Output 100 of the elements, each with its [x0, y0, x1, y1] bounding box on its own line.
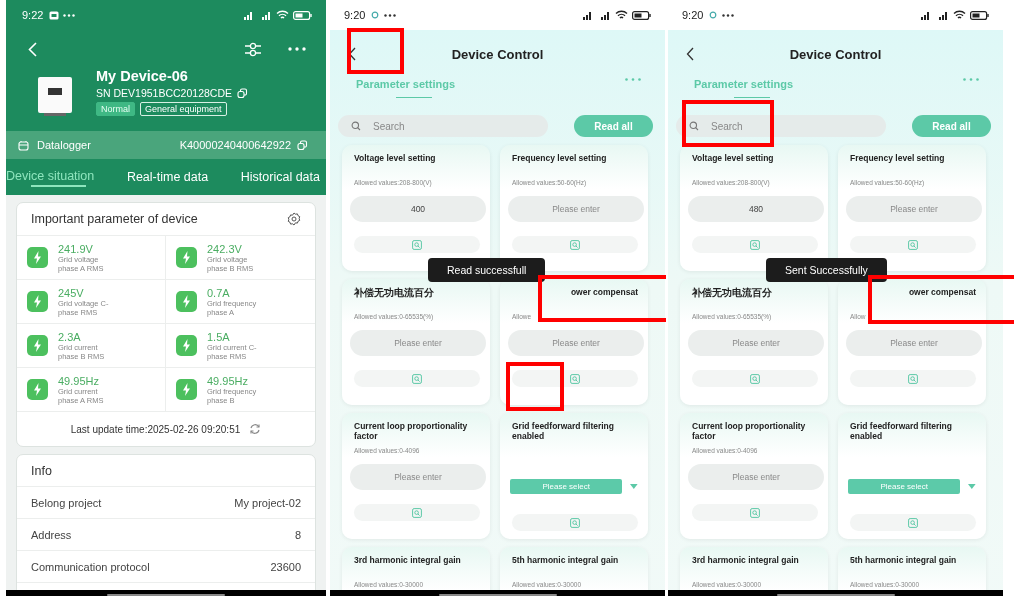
value-input[interactable]: 400 — [350, 196, 486, 222]
metric-value: 241.9V — [58, 242, 94, 255]
parameter-title: Frequency level setting — [850, 153, 946, 165]
metric-value: 49.95Hz — [58, 374, 100, 387]
parameter-title: Current loop proportionality factor — [692, 421, 807, 443]
metric-value: 2.3A — [58, 330, 82, 343]
scan-icon — [750, 507, 760, 518]
lightning-icon — [176, 379, 197, 400]
card-title: Important parameter of device — [31, 212, 198, 226]
highlight-frame — [506, 362, 564, 411]
value-input[interactable]: Please enter — [846, 330, 982, 356]
lightning-icon — [27, 379, 48, 400]
parameter-title: Current loop proportionality factor — [354, 421, 469, 443]
gallery-icon — [49, 10, 60, 20]
metric-value: 1.5A — [207, 330, 231, 343]
lightning-icon — [27, 291, 48, 312]
read-button[interactable] — [512, 370, 638, 387]
read-all-button[interactable]: Read all — [574, 115, 653, 137]
search-field[interactable]: Search — [676, 115, 886, 137]
card-title: Info — [31, 463, 52, 478]
copy-icon[interactable] — [237, 87, 248, 99]
page-title: Device Control — [789, 46, 882, 62]
battery-icon — [293, 10, 312, 20]
value-input[interactable]: Please enter — [688, 464, 824, 490]
more-icon — [63, 13, 76, 17]
more-icon — [722, 13, 735, 17]
copy-icon[interactable] — [297, 139, 308, 151]
datalogger-number: K40000240400642922 — [179, 139, 291, 151]
more-icon — [384, 13, 397, 17]
status-time: 9:20 — [344, 9, 366, 21]
metric-value: 49.95Hz — [207, 374, 249, 387]
battery-icon — [970, 10, 989, 20]
value-input[interactable]: Please enter — [508, 196, 644, 222]
category-badge: General equipment — [140, 102, 227, 116]
wifi-icon — [953, 10, 966, 20]
more-icon[interactable] — [625, 78, 641, 81]
info-label: Communication protocol — [31, 560, 150, 573]
value-input[interactable]: Please enter — [688, 330, 824, 356]
parameter-title: 补偿无功电流百分 — [692, 287, 773, 300]
refresh-icon[interactable] — [249, 423, 262, 435]
lightning-icon — [27, 335, 48, 356]
parameter-title: ower compensat — [907, 287, 976, 299]
back-icon[interactable] — [348, 47, 356, 61]
wifi-icon — [615, 10, 628, 20]
info-value: 23600 — [270, 560, 301, 573]
back-icon[interactable] — [686, 47, 694, 61]
battery-icon — [632, 10, 651, 20]
status-time: 9:22 — [22, 9, 44, 21]
scan-icon — [412, 507, 422, 518]
caret-icon[interactable] — [630, 484, 638, 489]
lightning-icon — [27, 247, 48, 268]
datalogger-icon — [18, 139, 29, 151]
tab[interactable]: Parameter settings — [694, 78, 794, 98]
more-icon[interactable] — [963, 78, 979, 81]
scan-icon — [570, 239, 580, 250]
scan-icon — [412, 373, 422, 384]
search-field[interactable]: Search — [338, 115, 548, 137]
value-input[interactable]: Please enter — [350, 464, 486, 490]
serial-number: SN DEV1951BCC20128CDE — [96, 87, 232, 99]
info-label: Belong project — [31, 496, 102, 509]
parameter-title: Voltage level setting — [354, 153, 437, 165]
filter-icon[interactable] — [244, 41, 262, 57]
parameter-title: Frequency level setting — [512, 153, 608, 165]
toast-message: Sent Successfully — [766, 258, 887, 282]
tab[interactable]: Parameter settings — [356, 78, 456, 98]
lightning-icon — [176, 247, 197, 268]
settings-icon[interactable] — [287, 212, 301, 226]
parameter-title: 3rd harmonic integral gain — [354, 555, 462, 567]
last-update-text: Last update time:2025-02-26 09:20:51 — [70, 423, 241, 435]
info-value: My project-02 — [234, 496, 301, 509]
value-input[interactable]: Please enter — [846, 196, 982, 222]
home-indicator[interactable] — [776, 594, 895, 596]
metric-value: 245V — [58, 286, 85, 299]
caret-icon[interactable] — [968, 484, 976, 489]
select-dropdown[interactable]: Please select — [510, 479, 623, 494]
read-all-button[interactable]: Read all — [912, 115, 991, 137]
lightning-icon — [176, 291, 197, 312]
value-input[interactable]: Please enter — [350, 330, 486, 356]
home-indicator[interactable] — [438, 594, 557, 596]
lightning-icon — [176, 335, 197, 356]
scan-icon — [750, 373, 760, 384]
scan-icon — [908, 239, 918, 250]
parameter-title: Grid feedforward filtering enabled — [512, 421, 615, 443]
scan-icon — [750, 239, 760, 250]
parameter-title: 补偿无功电流百分 — [354, 287, 435, 300]
scan-icon — [908, 373, 918, 384]
value-input[interactable]: Please enter — [508, 330, 644, 356]
tab[interactable]: Historical data — [240, 166, 320, 188]
select-dropdown[interactable]: Please select — [848, 479, 961, 494]
info-value: 8 — [294, 528, 301, 541]
scan-icon — [412, 239, 422, 250]
value-input[interactable]: 480 — [688, 196, 824, 222]
device-name: My Device-06 — [96, 68, 189, 84]
parameter-title: 3rd harmonic integral gain — [692, 555, 800, 567]
metric-value: 242.3V — [207, 242, 243, 255]
tab[interactable]: Real-time data — [126, 166, 209, 188]
scan-icon — [570, 373, 580, 384]
parameter-title: 5th harmonic integral gain — [512, 555, 620, 567]
more-icon[interactable] — [288, 47, 306, 51]
home-indicator[interactable] — [107, 594, 225, 596]
